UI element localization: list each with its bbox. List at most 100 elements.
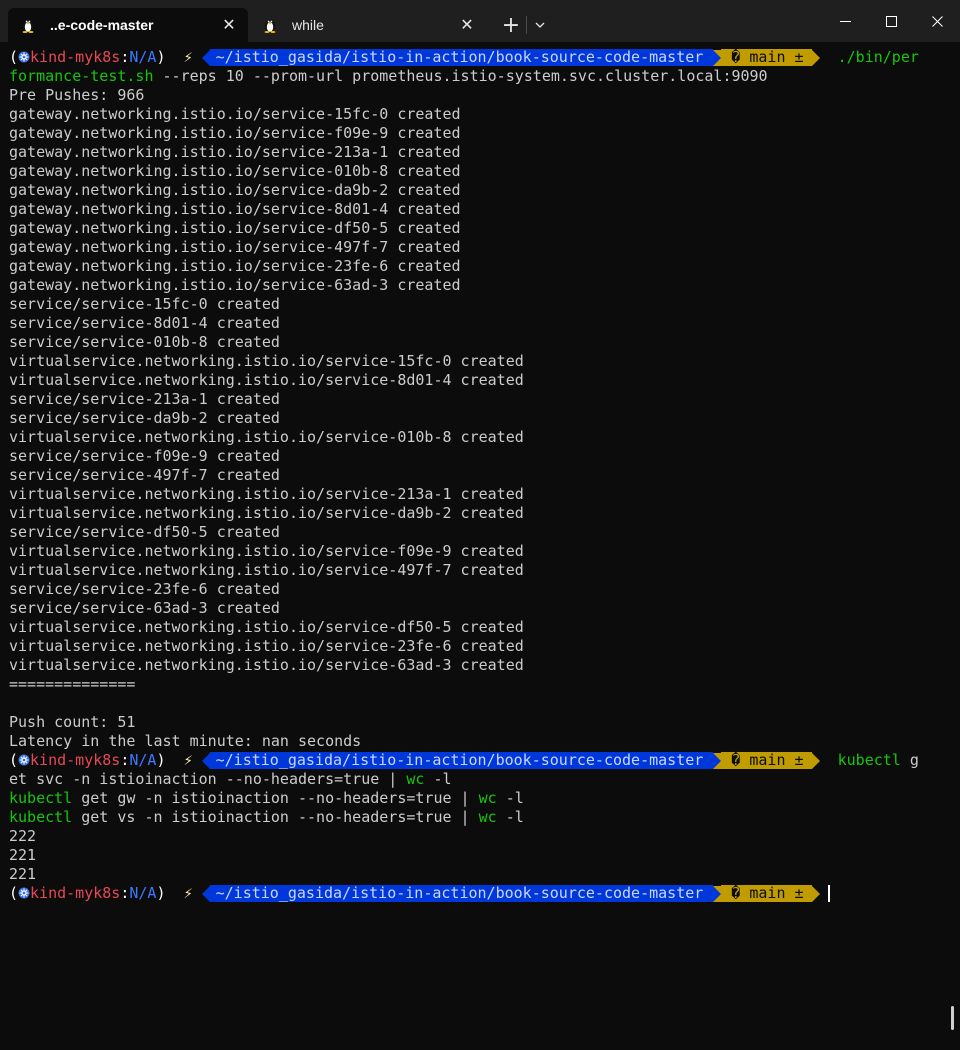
prompt-line: (kind-myk8s:N/A) ⚡ ~/istio_gasida/istio-… [9, 48, 954, 67]
command-line: kubectl get gw -n istioinaction --no-hea… [9, 789, 954, 808]
output-line: 221 [9, 865, 37, 883]
kube-context: kind-myk8s [30, 48, 121, 66]
chevron-down-icon[interactable] [530, 8, 550, 42]
lightning-icon: ⚡ [183, 884, 193, 902]
output-line: virtualservice.networking.istio.io/servi… [9, 618, 524, 636]
output-line: virtualservice.networking.istio.io/servi… [9, 542, 524, 560]
command-text: wc [478, 808, 497, 826]
maximize-icon[interactable] [868, 0, 914, 42]
output-line: gateway.networking.istio.io/service-df50… [9, 219, 461, 237]
command-text: wc [478, 789, 497, 807]
command-text: ./bin/per [837, 48, 919, 66]
command-text: kubectl [9, 789, 73, 807]
tab-label: while [292, 17, 324, 33]
title-bar: ..e-code-master ✕ while ✕ + [0, 0, 960, 42]
command-line: formance-test.sh --reps 10 --prom-url pr… [9, 67, 954, 86]
new-tab-button[interactable]: + [498, 8, 524, 42]
command-args: get gw -n istioinaction --no-headers=tru… [72, 789, 479, 807]
command-line: kubectl get vs -n istioinaction --no-hea… [9, 808, 954, 827]
output-line: service/service-df50-5 created [9, 523, 280, 541]
output-line: virtualservice.networking.istio.io/servi… [9, 504, 524, 522]
output-line: service/service-213a-1 created [9, 390, 280, 408]
output-line: gateway.networking.istio.io/service-63ad… [9, 276, 461, 294]
command-args: -l [496, 789, 524, 807]
close-window-icon[interactable] [914, 0, 960, 42]
segment-arrow [811, 752, 820, 769]
git-branch-segment: � main ± [721, 752, 812, 769]
prompt-line: (kind-myk8s:N/A) ⚡ ~/istio_gasida/istio-… [9, 884, 954, 903]
prompt-paren: ) [156, 884, 166, 902]
close-tab-icon[interactable]: ✕ [456, 15, 478, 35]
output-line: 222 [9, 827, 37, 845]
tab-inactive[interactable]: while ✕ [250, 8, 486, 42]
output-line: gateway.networking.istio.io/service-15fc… [9, 105, 461, 123]
output-line: service/service-63ad-3 created [9, 599, 280, 617]
output-line: Latency in the last minute: nan seconds [9, 732, 362, 750]
segment-arrow [713, 752, 722, 769]
lightning-icon: ⚡ [183, 48, 193, 66]
kube-context: kind-myk8s [30, 884, 121, 902]
kubernetes-icon [18, 48, 30, 66]
output-line: virtualservice.networking.istio.io/servi… [9, 352, 524, 370]
output-line: service/service-010b-8 created [9, 333, 280, 351]
tab-divider [526, 16, 527, 34]
command-args: et svc -n istioinaction --no-headers=tru… [9, 770, 407, 788]
segment-arrow [713, 885, 722, 902]
segment-arrow [713, 49, 722, 66]
command-line: et svc -n istioinaction --no-headers=tru… [9, 770, 954, 789]
output-line: service/service-23fe-6 created [9, 580, 280, 598]
kubernetes-icon [18, 884, 30, 902]
command-output: Pre Pushes: 966 gateway.networking.istio.… [9, 86, 954, 751]
kube-namespace: N/A [129, 884, 157, 902]
kube-namespace: N/A [129, 48, 157, 66]
segment-arrow [811, 885, 820, 902]
terminal-window: ..e-code-master ✕ while ✕ + (kind-myk8s… [0, 0, 960, 1050]
kube-context: kind-myk8s [30, 751, 121, 769]
output-line: Pre Pushes: 966 [9, 86, 145, 104]
git-branch-segment: � main ± [721, 885, 812, 902]
output-line: service/service-15fc-0 created [9, 295, 280, 313]
command-text: kubectl [9, 808, 73, 826]
output-line: virtualservice.networking.istio.io/servi… [9, 428, 524, 446]
output-line: service/service-8d01-4 created [9, 314, 280, 332]
path-segment: ~/istio_gasida/istio-in-action/book-sour… [209, 885, 714, 902]
output-line: gateway.networking.istio.io/service-f09e… [9, 124, 461, 142]
output-line: gateway.networking.istio.io/service-010b… [9, 162, 461, 180]
command-text: kubectl [837, 751, 901, 769]
prompt-line: (kind-myk8s:N/A) ⚡ ~/istio_gasida/istio-… [9, 751, 954, 770]
kubernetes-icon [18, 751, 30, 769]
output-line: virtualservice.networking.istio.io/servi… [9, 656, 524, 674]
command-args: g [900, 751, 919, 769]
prompt-paren: ) [156, 751, 166, 769]
output-line: virtualservice.networking.istio.io/servi… [9, 637, 524, 655]
minimize-icon[interactable] [822, 0, 868, 42]
lightning-icon: ⚡ [183, 751, 193, 769]
git-branch-segment: � main ± [721, 49, 812, 66]
command-args: get vs -n istioinaction --no-headers=tru… [72, 808, 479, 826]
terminal-output[interactable]: (kind-myk8s:N/A) ⚡ ~/istio_gasida/istio-… [9, 48, 954, 903]
output-line: service/service-f09e-9 created [9, 447, 280, 465]
text-cursor[interactable] [827, 885, 830, 902]
output-line: service/service-da9b-2 created [9, 409, 280, 427]
command-args: --reps 10 --prom-url prometheus.istio-sy… [153, 67, 768, 85]
output-line: 221 [9, 846, 37, 864]
output-line: service/service-497f-7 created [9, 466, 280, 484]
kube-namespace: N/A [129, 751, 157, 769]
close-tab-icon[interactable]: ✕ [218, 15, 240, 35]
output-line: virtualservice.networking.istio.io/servi… [9, 485, 524, 503]
prompt-paren: ( [9, 48, 19, 66]
output-line: gateway.networking.istio.io/service-497f… [9, 238, 461, 256]
command-args: -l [424, 770, 452, 788]
output-line: gateway.networking.istio.io/service-23fe… [9, 257, 461, 275]
tab-label: ..e-code-master [50, 17, 154, 33]
output-line: Push count: 51 [9, 713, 136, 731]
command-text: wc [406, 770, 425, 788]
linux-penguin-icon [262, 17, 278, 33]
segment-arrow [201, 752, 210, 769]
tab-active[interactable]: ..e-code-master ✕ [8, 8, 248, 42]
path-segment: ~/istio_gasida/istio-in-action/book-sour… [209, 49, 714, 66]
command-output: 222 221 221 [9, 827, 954, 884]
output-line: virtualservice.networking.istio.io/servi… [9, 371, 524, 389]
scrollbar-thumb[interactable] [951, 1006, 954, 1030]
